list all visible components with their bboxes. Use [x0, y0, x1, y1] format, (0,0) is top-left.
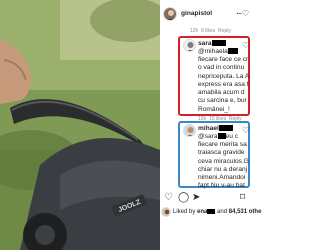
- like-icon[interactable]: ♡: [164, 192, 173, 204]
- post-photo: JOOLZ: [0, 0, 160, 250]
- likes-count[interactable]: 84,531: [229, 209, 247, 215]
- save-icon[interactable]: ⌑: [240, 192, 245, 204]
- liked-by-user[interactable]: ena: [197, 209, 207, 215]
- comment-text-blue: fiecare merita sa traiasca gravide ceva …: [198, 141, 249, 190]
- more-options-icon[interactable]: ...: [236, 6, 242, 17]
- author-avatar[interactable]: [163, 7, 177, 21]
- comment-text-red: fiecare face ce cr o vad in continu nepr…: [198, 56, 250, 113]
- top-comment-time: 12h: [190, 28, 199, 34]
- post-action-bar: ♡ ◯ ➤ ⌑: [160, 192, 250, 206]
- heart-icon[interactable]: ♡: [242, 42, 249, 50]
- heart-icon[interactable]: ♡: [242, 127, 249, 135]
- redacted-username: [207, 208, 216, 214]
- author-username[interactable]: ginapistol: [181, 10, 212, 18]
- stroller-photo-illustration: JOOLZ: [0, 0, 160, 250]
- share-icon[interactable]: ➤: [192, 192, 200, 204]
- redacted-username: [218, 125, 233, 132]
- commenter-avatar-mihaela[interactable]: [183, 124, 196, 137]
- comment-icon[interactable]: ◯: [178, 192, 189, 204]
- commenter-avatar-sara[interactable]: [183, 39, 196, 52]
- heart-icon[interactable]: ♡: [242, 10, 249, 18]
- redacted-username: [211, 40, 226, 47]
- liked-by-text: Liked by ena and 84,531 othe: [173, 208, 262, 215]
- redacted-mention: [227, 48, 238, 55]
- top-comment-reply[interactable]: Reply: [218, 28, 231, 34]
- liker-avatar[interactable]: [161, 207, 171, 217]
- redacted-mention: [217, 133, 226, 140]
- top-comment-likes[interactable]: 8 likes: [201, 28, 215, 34]
